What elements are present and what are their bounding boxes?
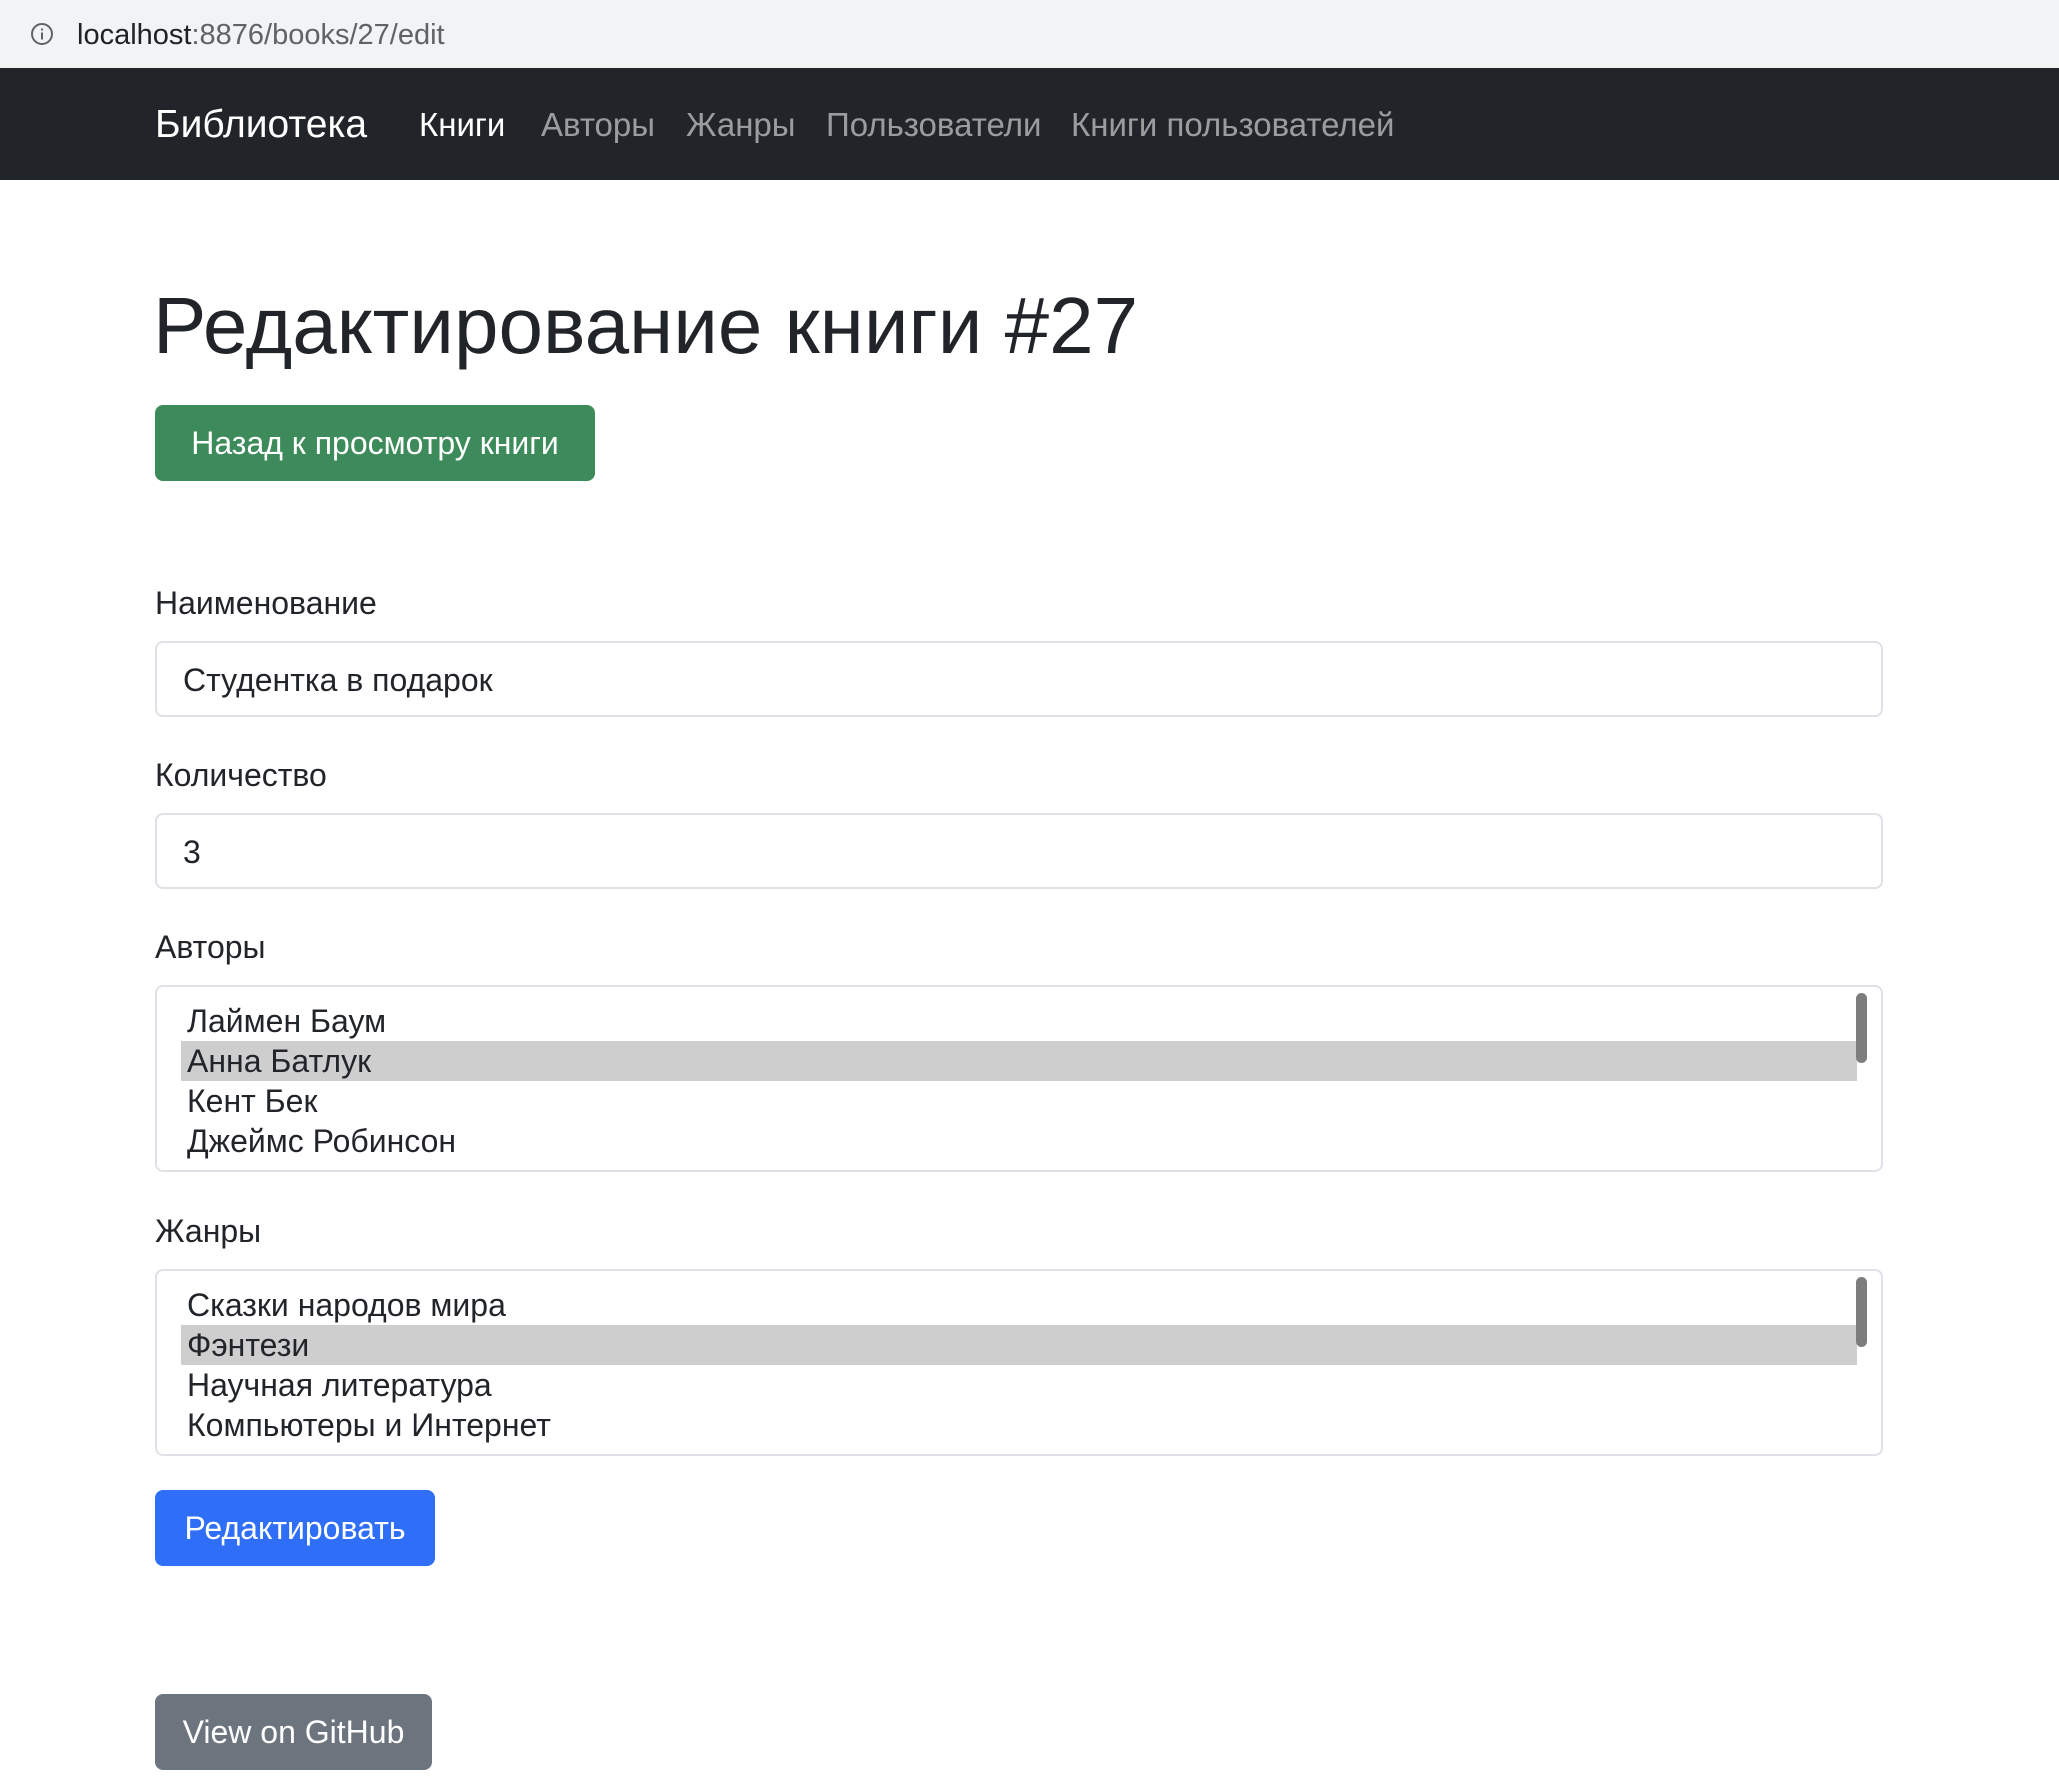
genres-option[interactable]: Компьютеры и Интернет: [181, 1405, 1857, 1445]
name-label: Наименование: [155, 585, 377, 621]
authors-label: Авторы: [155, 929, 266, 965]
name-input-value: Студентка в подарок: [183, 662, 493, 698]
genres-option-selected[interactable]: Фэнтези: [181, 1325, 1857, 1365]
browser-address-bar: localhost:8876/books/27/edit: [0, 0, 2059, 69]
nav-item-genres[interactable]: Жанры: [686, 105, 796, 145]
quantity-label: Количество: [155, 757, 327, 793]
authors-option[interactable]: Кент Бек: [181, 1081, 1857, 1121]
genres-label: Жанры: [155, 1213, 262, 1249]
nav-item-books[interactable]: Книги: [419, 105, 505, 145]
url-path: :8876/books/27/edit: [191, 19, 445, 51]
nav-item-user-books[interactable]: Книги пользователей: [1071, 105, 1394, 145]
url-bar[interactable]: localhost:8876/books/27/edit: [6, 4, 2059, 62]
navbar: Библиотека Книги Авторы Жанры Пользовате…: [0, 68, 2059, 180]
submit-edit-button[interactable]: Редактировать: [155, 1490, 435, 1566]
genres-scrollbar[interactable]: [1856, 1277, 1867, 1347]
quantity-input[interactable]: 3: [155, 813, 1883, 889]
navbar-brand[interactable]: Библиотека: [155, 102, 367, 148]
authors-option[interactable]: Лаймен Баум: [181, 1001, 1857, 1041]
genres-select[interactable]: Сказки народов мира Фэнтези Научная лите…: [155, 1269, 1883, 1456]
info-icon[interactable]: [30, 22, 54, 46]
view-on-github-button[interactable]: View on GitHub: [155, 1694, 432, 1770]
nav-item-users[interactable]: Пользователи: [826, 105, 1041, 145]
url-text[interactable]: localhost:8876/books/27/edit: [77, 18, 445, 52]
quantity-input-value: 3: [183, 834, 201, 870]
authors-option-selected[interactable]: Анна Батлук: [181, 1041, 1857, 1081]
nav-item-authors[interactable]: Авторы: [541, 105, 655, 145]
genres-option[interactable]: Сказки народов мира: [181, 1285, 1857, 1325]
name-input[interactable]: Студентка в подарок: [155, 641, 1883, 717]
url-host: localhost: [77, 19, 192, 51]
authors-option[interactable]: Джеймс Робинсон: [181, 1121, 1857, 1161]
genres-option[interactable]: Научная литература: [181, 1365, 1857, 1405]
page-title: Редактирование книги #27: [153, 281, 1139, 370]
authors-scrollbar[interactable]: [1856, 993, 1867, 1063]
back-to-book-button[interactable]: Назад к просмотру книги: [155, 405, 595, 481]
authors-select[interactable]: Лаймен Баум Анна Батлук Кент Бек Джеймс …: [155, 985, 1883, 1172]
